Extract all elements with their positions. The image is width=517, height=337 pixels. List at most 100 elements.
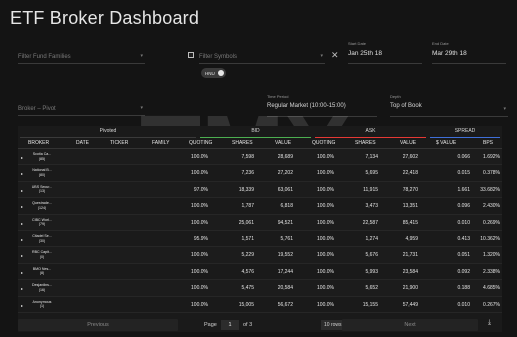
col-ask-quoting[interactable]: QUOTING [312,138,335,149]
checkbox-icon[interactable] [188,52,194,58]
broker-count: (79) [38,222,46,227]
expand-row-icon[interactable]: ▸ [21,155,23,160]
expand-row-icon[interactable]: ▸ [21,286,23,291]
col-ask-value[interactable]: VALUE [400,138,416,149]
table-cell: 100.0% [317,236,334,242]
table-cell: 100.0% [191,285,208,292]
table-row[interactable]: ▸ Desjardins... (16) 100.0% 5,475 20,584 100.0… [18,280,502,297]
toggle-knob [218,70,224,76]
broker-count: (80) [38,172,46,177]
table-body: ▸ Scotia Ca... (85) 100.0% 7,598 28,689 100.0%… [18,149,502,313]
col-bid-quoting[interactable]: QUOTING [189,138,212,149]
table-cell: 5,695 [365,170,378,177]
table-cell: 100.0% [317,186,334,193]
table-cell: 17,244 [277,268,293,275]
expand-row-icon[interactable]: ▸ [21,188,23,193]
table-cell: 4,576 [241,268,254,275]
col-date[interactable]: DATE [76,138,89,149]
col-spread-dollar-value[interactable]: $ VALUE [436,138,456,149]
start-date-value: Jan 25th 18 [348,50,382,57]
table-row[interactable]: ▸ BMO Nes... (8) 100.0% 4,576 17,244 100.0% 5,9… [18,264,502,281]
depth-select[interactable]: Top of Book ▾ [390,99,508,117]
hnu-toggle-label: HNU [205,70,215,76]
previous-button[interactable]: Previous [18,319,178,331]
table-cell: 100.0% [317,285,334,292]
table-cell: 4.685% [483,285,500,292]
page-number-input[interactable]: 1 [221,320,239,330]
expand-row-icon[interactable]: ▸ [21,253,23,258]
col-family[interactable]: FAMILY [152,138,169,149]
start-date-picker[interactable]: Jan 25th 18 [348,46,422,64]
table-cell: 5,676 [365,252,378,259]
chevron-down-icon: ▾ [320,53,323,59]
end-date-value: Mar 29th 18 [432,50,467,57]
table-cell: 19,552 [277,252,293,259]
table-cell: 95.9% [193,236,208,242]
broker-count: (8) [39,271,45,276]
expand-row-icon[interactable]: ▸ [21,237,23,242]
table-row[interactable]: ▸ Citadel Se... (30) 95.9% 1,571 5,761 100.0% 1… [18,231,502,248]
table-cell: 0.092 [457,268,470,275]
table-cell: 23,584 [402,268,418,275]
expand-row-icon[interactable]: ▸ [21,270,23,275]
table-cell: 1,787 [241,203,254,210]
next-button[interactable]: Next [342,319,478,331]
depth-value: Top of Book [390,103,422,109]
col-broker[interactable]: BROKER [28,138,49,149]
table-header-row: BROKER DATE TICKER FAMILY QUOTING SHARES… [18,138,502,149]
page-label: Page [204,322,217,328]
group-spread: SPREAD [428,126,502,138]
table-cell: 57,449 [402,301,418,308]
table-row[interactable]: ▸ Scotia Ca... (85) 100.0% 7,598 28,689 100.0%… [18,149,502,166]
table-row[interactable]: ▸ Anonymous (1) 100.0% 15,005 56,672 100.0% 15,… [18,297,502,313]
end-date-picker[interactable]: Mar 29th 18 [432,46,506,64]
time-period-select[interactable]: Regular Market (10:00-15:00) [267,99,377,117]
download-icon[interactable]: ⤓ [488,319,491,327]
broker-name: BMO Nes... (8) [24,267,60,276]
pagination-bar: Previous Page 1 of 3 10 rows ▾ Next ⤓ [18,318,502,332]
expand-row-icon[interactable]: ▸ [21,171,23,176]
table-row[interactable]: ▸ Questrade... (124) 100.0% 1,787 6,818 100.0%… [18,198,502,215]
rows-per-page-value: 10 rows [324,322,342,328]
broker-name: Anonymous (1) [24,300,60,309]
broker-text: Broker [18,106,36,112]
table-cell: 1,571 [241,236,254,242]
broker-count: (124) [37,205,47,210]
broker-select[interactable]: Broker – Pivot ▾ [18,98,145,116]
hnu-toggle[interactable]: HNU [201,68,226,78]
table-cell: 6,818 [280,203,293,210]
table-cell: 100.0% [191,301,208,308]
group-spread-label: SPREAD [454,128,476,134]
broker-name: Scotia Ca... (85) [24,152,60,161]
expand-row-icon[interactable]: ▸ [21,221,23,226]
table-cell: 0.010 [457,219,470,226]
group-bid: BID [198,126,313,138]
table-row[interactable]: ▸ CIBC Worl... (79) 100.0% 25,061 94,521 100.0… [18,214,502,231]
pivot-text: Pivot [42,106,56,112]
broker-count: (1) [39,304,45,309]
table-cell: 1,274 [365,236,378,242]
expand-row-icon[interactable]: ▸ [21,204,23,209]
table-cell: 18,339 [238,186,254,193]
expand-row-icon[interactable]: ▸ [21,303,23,308]
symbols-select[interactable]: Filter Symbols ▾ [199,46,325,64]
broker-label: Broker – Pivot [18,106,56,112]
col-ticker[interactable]: TICKER [110,138,128,149]
table-cell: 100.0% [317,268,334,275]
table-cell: 5,761 [280,236,293,242]
table-cell: 3,473 [365,203,378,210]
col-bid-shares[interactable]: SHARES [232,138,253,149]
col-ask-shares[interactable]: SHARES [355,138,376,149]
table-cell: 0.413 [457,236,470,242]
page-count: of 3 [243,322,253,328]
col-spread-bps[interactable]: BPS [483,138,493,149]
fund-families-select[interactable]: Filter Fund Families ▾ [18,46,145,64]
table-cell: 2.430% [483,203,500,210]
table-row[interactable]: ▸ UBS Secur... (13) 97.0% 18,339 63,061 100.0%… [18,181,502,199]
table-row[interactable]: ▸ National B... (80) 100.0% 7,236 27,202 100.0… [18,165,502,182]
table-cell: 4,959 [405,236,418,242]
col-bid-value[interactable]: VALUE [275,138,291,149]
table-row[interactable]: ▸ RBC Capit... (0) 100.0% 5,229 19,552 100.0% 5… [18,247,502,264]
broker-name: UBS Secur... (13) [24,185,60,194]
close-icon[interactable]: ✕ [331,50,339,61]
